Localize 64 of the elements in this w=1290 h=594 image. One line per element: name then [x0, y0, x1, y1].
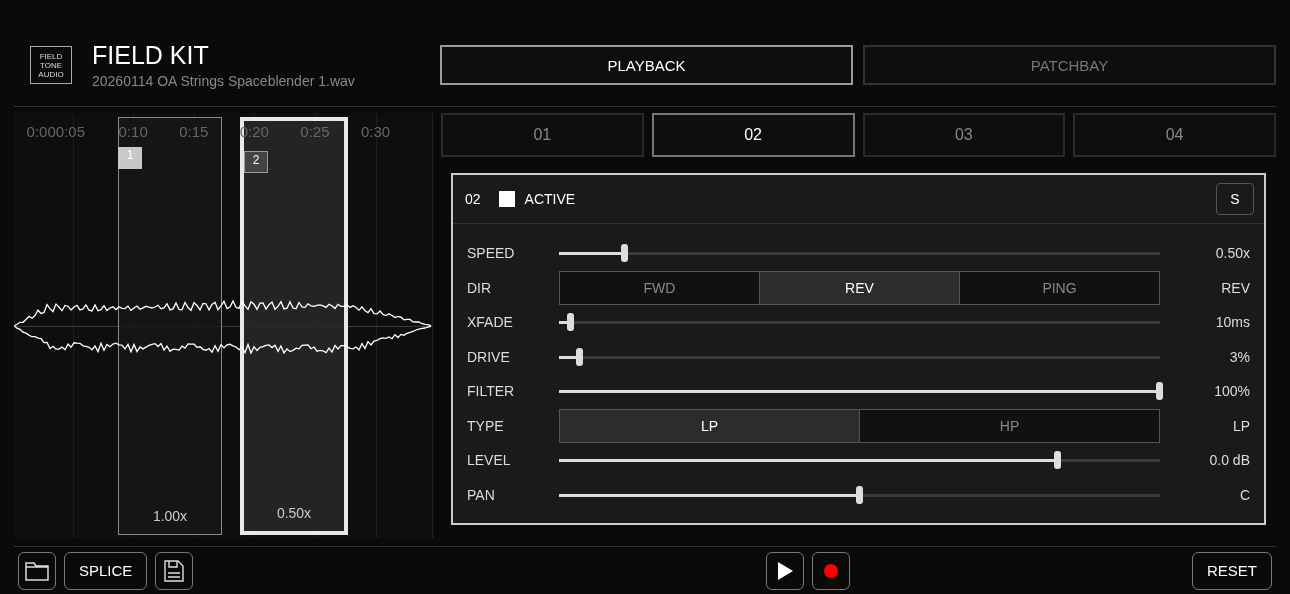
- slider-thumb[interactable]: [855, 485, 863, 504]
- param-label: FILTER: [467, 383, 516, 400]
- param-slider[interactable]: [559, 485, 1160, 504]
- folder-icon: [25, 560, 49, 581]
- slider-thumb[interactable]: [621, 244, 629, 263]
- play-icon: [776, 561, 793, 580]
- slider-thumb[interactable]: [1156, 382, 1163, 401]
- segment-option[interactable]: PING: [959, 271, 1159, 304]
- param-label: PAN: [467, 486, 496, 503]
- slice-speed: 0.50x: [276, 505, 312, 521]
- play-button[interactable]: [765, 551, 804, 590]
- slot-tab[interactable]: 03: [862, 113, 1066, 157]
- segment-option[interactable]: HP: [859, 409, 1159, 442]
- param-label: XFADE: [467, 314, 514, 331]
- save-icon: [164, 559, 185, 582]
- splice-button[interactable]: SPLICE: [64, 551, 148, 590]
- param-slider[interactable]: [559, 451, 1160, 470]
- record-icon: [823, 563, 838, 578]
- param-label: DIR: [467, 279, 493, 296]
- slot-tab[interactable]: 01: [441, 113, 644, 157]
- segment-option[interactable]: REV: [759, 271, 959, 304]
- slot-tab[interactable]: 02: [651, 113, 855, 157]
- save-button[interactable]: [155, 551, 194, 590]
- param-reading: 0.0 dB: [1208, 452, 1250, 469]
- param-reading: 10ms: [1214, 314, 1250, 331]
- reset-button[interactable]: RESET: [1192, 551, 1272, 590]
- logo: FIELD TONE AUDIO: [30, 46, 72, 84]
- param-reading: 100%: [1213, 383, 1250, 400]
- param-label: LEVEL: [467, 452, 512, 469]
- mode-tab[interactable]: PLAYBACK: [440, 45, 853, 85]
- slider-thumb[interactable]: [1053, 451, 1061, 470]
- app-title: FIELD KIT: [92, 41, 210, 70]
- time-label: 0:10: [118, 123, 148, 140]
- param-label: SPEED: [467, 245, 516, 262]
- param-slider[interactable]: [559, 313, 1160, 332]
- mode-tab[interactable]: PATCHBAY: [863, 45, 1276, 85]
- slot-number: 02: [465, 191, 481, 207]
- segment-option[interactable]: LP: [560, 409, 859, 442]
- slice-speed: 1.00x: [152, 508, 188, 524]
- slider-thumb[interactable]: [567, 313, 574, 332]
- slot-tab[interactable]: 04: [1073, 113, 1276, 157]
- slider-thumb[interactable]: [576, 347, 584, 366]
- active-checkbox[interactable]: [498, 191, 515, 207]
- time-label: 0:30: [360, 123, 391, 140]
- slice-number: 2: [244, 151, 268, 173]
- file-name: 20260114 OA Strings Spaceblender 1.wav: [92, 73, 355, 89]
- param-reading: REV: [1220, 279, 1250, 296]
- param-reading: LP: [1231, 417, 1250, 434]
- param-slider[interactable]: [559, 347, 1160, 366]
- param-label: TYPE: [467, 417, 505, 434]
- record-button[interactable]: [811, 551, 850, 590]
- time-label: 0:25: [300, 123, 330, 140]
- param-reading: 3%: [1228, 348, 1250, 365]
- active-label: ACTIVE: [524, 191, 577, 207]
- param-label: DRIVE: [467, 348, 511, 365]
- open-folder-button[interactable]: [18, 551, 56, 590]
- segment-option[interactable]: FWD: [560, 271, 759, 304]
- param-slider[interactable]: [559, 382, 1160, 401]
- time-label: 0:000:05: [26, 123, 85, 140]
- param-slider[interactable]: [559, 244, 1160, 263]
- solo-button[interactable]: S: [1216, 183, 1254, 215]
- time-label: 0:15: [179, 123, 209, 140]
- param-reading: 0.50x: [1214, 245, 1250, 262]
- param-reading: C: [1238, 486, 1250, 503]
